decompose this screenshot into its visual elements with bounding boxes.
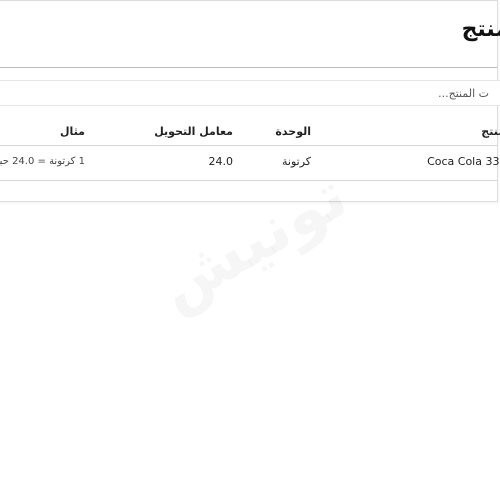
column-header-unit[interactable]: الوحدة: [275, 119, 311, 145]
column-header-factor[interactable]: معامل التحويل: [154, 119, 233, 145]
column-header-example[interactable]: مثال: [60, 119, 85, 145]
column-header-product[interactable]: منتج: [481, 119, 500, 145]
cell-product: Coca Cola 330r: [427, 155, 500, 168]
product-units-card: منتج منتج الوحدة معامل التحويل مثال Coca…: [0, 0, 500, 202]
page: منتج منتج الوحدة معامل التحويل مثال Coca…: [0, 0, 500, 500]
table-row[interactable]: Coca Cola 330r كرتونة 24.0 1 كرتونة = 24…: [0, 146, 500, 181]
cell-example: 1 كرتونة = 24.0 حبة: [0, 156, 85, 167]
card-header: منتج: [0, 1, 500, 68]
cell-factor: 24.0: [208, 155, 234, 168]
cell-unit: كرتونة: [281, 155, 311, 168]
search-input[interactable]: [0, 80, 500, 106]
table-header: منتج الوحدة معامل التحويل مثال: [0, 119, 500, 146]
page-title: منتج: [461, 17, 500, 42]
